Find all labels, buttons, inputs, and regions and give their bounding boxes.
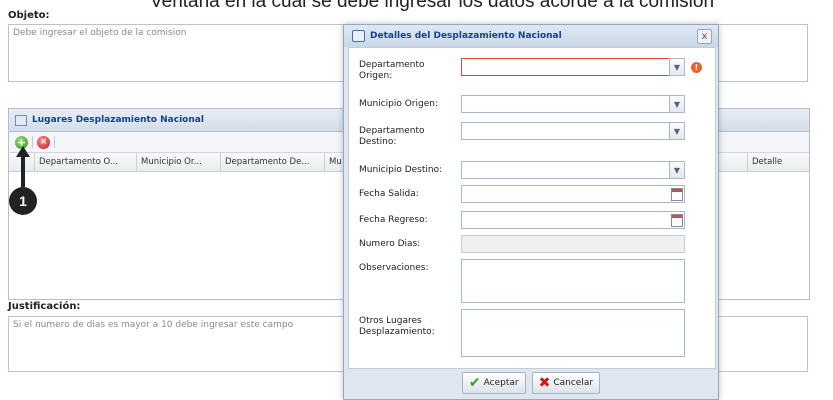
fecha-salida-input[interactable] (461, 185, 685, 203)
chevron-down-icon[interactable]: ▼ (669, 58, 685, 76)
grid-icon (15, 114, 27, 126)
departamento-destino-label: Departamento Destino: (359, 126, 425, 147)
departamento-destino-input[interactable] (461, 122, 685, 140)
grid-column-detalle[interactable]: Detalle (747, 153, 809, 171)
numero-dias-label: Numero Dias: (359, 239, 421, 249)
chevron-down-icon[interactable]: ▼ (669, 95, 685, 113)
delete-icon[interactable]: × (37, 135, 50, 149)
dialog-header: Detalles del Desplazamiento Nacional (344, 25, 718, 47)
observaciones-label: Observaciones: (359, 263, 429, 273)
grid-column-municipio-origen[interactable]: Municipio Or... (137, 153, 221, 171)
grid-column-departamento-destino[interactable]: Departamento De... (221, 153, 325, 171)
chevron-down-icon[interactable]: ▼ (669, 161, 685, 179)
close-icon[interactable]: x (697, 29, 712, 44)
toolbar-divider (54, 136, 55, 148)
dialog-footer: ✔ Aceptar ✖ Cancelar (344, 369, 718, 397)
dialog-body: Departamento Origen: ▼ ! Municipio Orige… (348, 47, 716, 369)
cancelar-label: Cancelar (553, 378, 594, 388)
lugares-panel-title: Lugares Desplazamiento Nacional (32, 115, 204, 125)
instruction-caption: Ventana en la cual se debe ingresar los … (150, 0, 715, 12)
toolbar-divider (32, 136, 33, 148)
error-icon: ! (691, 62, 702, 73)
otros-lugares-label: Otros Lugares Desplazamiento: (359, 316, 435, 337)
departamento-origen-input[interactable] (461, 58, 685, 76)
cancel-icon: ✖ (538, 375, 551, 391)
fecha-regreso-label: Fecha Regreso: (359, 215, 428, 225)
grid-column-departamento-origen[interactable]: Departamento O... (35, 153, 137, 171)
step-badge: 1 (9, 187, 37, 215)
municipio-origen-label: Municipio Origen: (359, 99, 438, 109)
objeto-placeholder: Debe ingresar el objeto de la comision (13, 28, 187, 38)
numero-dias-input (461, 235, 685, 253)
municipio-destino-label: Municipio Destino: (359, 165, 443, 175)
otros-lugares-textarea[interactable] (461, 309, 685, 357)
departamento-origen-label: Departamento Origen: (359, 60, 425, 81)
observaciones-textarea[interactable] (461, 259, 685, 303)
justificacion-label: Justificación: (8, 301, 81, 312)
calendar-icon[interactable] (669, 185, 685, 203)
municipio-origen-input[interactable] (461, 95, 685, 113)
chevron-down-icon[interactable]: ▼ (669, 122, 685, 140)
calendar-icon[interactable] (669, 211, 685, 229)
objeto-label: Objeto: (8, 10, 50, 21)
arrow-shaft (21, 154, 25, 187)
justificacion-placeholder: Si el numero de dias es mayor a 10 debe … (13, 320, 294, 330)
cancelar-button[interactable]: ✖ Cancelar (531, 372, 601, 394)
check-icon: ✔ (468, 375, 481, 391)
municipio-destino-input[interactable] (461, 161, 685, 179)
dialog-title: Detalles del Desplazamiento Nacional (370, 31, 562, 41)
window-icon (352, 30, 365, 42)
aceptar-button[interactable]: ✔ Aceptar (461, 372, 526, 394)
fecha-regreso-input[interactable] (461, 211, 685, 229)
aceptar-label: Aceptar (483, 378, 519, 388)
fecha-salida-label: Fecha Salida: (359, 189, 419, 199)
detalles-dialog: Detalles del Desplazamiento Nacional x D… (343, 24, 719, 400)
